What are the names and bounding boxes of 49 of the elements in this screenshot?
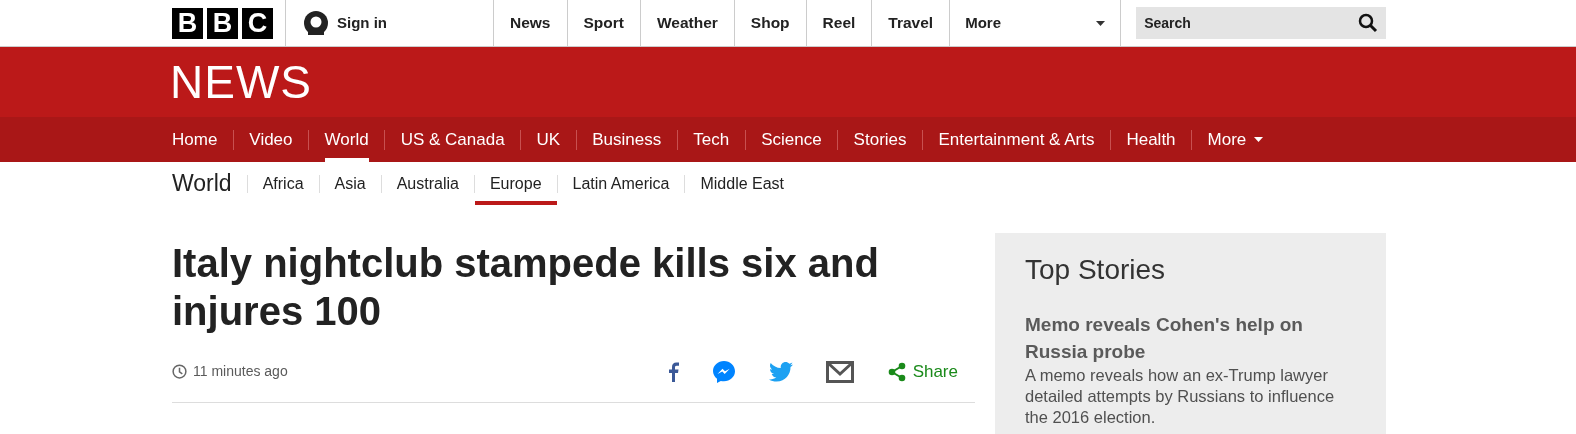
subsection-tab[interactable]: Africa (247, 162, 319, 205)
timestamp: 11 minutes ago (193, 362, 288, 382)
more-dropdown[interactable]: More (1207, 117, 1264, 162)
nav-link[interactable]: Reel (805, 0, 872, 46)
nav-link[interactable]: Sport (566, 0, 640, 46)
search-icon[interactable] (1358, 13, 1378, 33)
subsection-tab[interactable]: Europe (474, 162, 557, 205)
story-headline[interactable]: Memo reveals Cohen's help on Russia probe (1025, 311, 1356, 365)
logo-letter[interactable]: C (242, 7, 273, 39)
nav-link[interactable]: Travel (871, 0, 950, 46)
panel-title: Top Stories (1025, 253, 1167, 287)
subsection-tab[interactable]: Australia (381, 162, 474, 205)
subsection-tab[interactable]: Asia (319, 162, 381, 205)
caret-icon (1096, 20, 1106, 26)
section-tab[interactable]: Science (761, 117, 822, 162)
share-icon (886, 361, 907, 382)
section-tab[interactable]: US & Canada (400, 117, 505, 162)
section-tab[interactable]: Business (592, 117, 662, 162)
facebook-icon[interactable] (666, 361, 679, 382)
article-headline: Italy nightclub stampede kills six and injures 100 (172, 240, 880, 335)
envelope-icon[interactable] (825, 360, 854, 383)
more-dropdown[interactable]: More (949, 0, 1122, 46)
story-summary: A memo reveals how an ex-Trump lawyer detailed attempts by Russians to influence the 2016 election. (1025, 365, 1336, 428)
bird-icon[interactable] (768, 361, 793, 382)
section-tab[interactable]: World (324, 117, 369, 162)
nav-link[interactable]: Weather (639, 0, 734, 46)
clock-icon (172, 364, 187, 380)
section-tab[interactable]: Video (249, 117, 293, 162)
section-tab[interactable]: Tech (693, 117, 730, 162)
search-bar[interactable]: Search (1136, 7, 1386, 39)
section-tab[interactable]: Entertainment & Arts (938, 117, 1095, 162)
section-tab[interactable]: Home (172, 117, 218, 162)
nav-link[interactable]: News (493, 0, 567, 46)
section-tab[interactable]: Health (1126, 117, 1176, 162)
search-field[interactable]: Search (1144, 12, 1295, 34)
share-button[interactable]: Share (886, 359, 958, 385)
sign-in-link[interactable]: Sign in (337, 11, 387, 35)
messenger-icon[interactable] (711, 359, 736, 384)
section-title: World (172, 169, 233, 199)
logo-letter[interactable]: B (207, 7, 238, 39)
user-icon[interactable] (304, 11, 328, 35)
section-tab[interactable]: Stories (853, 117, 907, 162)
news-logo[interactable]: NEWS (170, 59, 312, 105)
logo-letter[interactable]: B (172, 7, 203, 39)
subsection-tab[interactable]: Latin America (557, 162, 685, 205)
nav-link[interactable]: Shop (733, 0, 806, 46)
section-tab[interactable]: UK (536, 117, 561, 162)
subsection-tab[interactable]: Middle East (685, 162, 800, 205)
caret-icon (1254, 137, 1264, 142)
